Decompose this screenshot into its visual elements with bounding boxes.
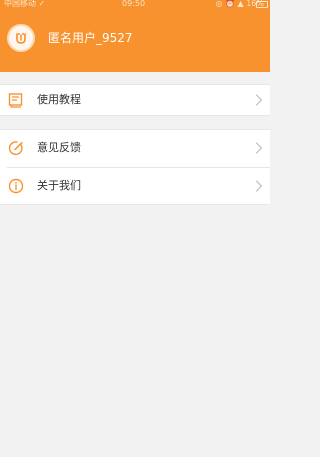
menu-item-feedback[interactable]: 意见反馈 [0,130,270,166]
menu-item-label-about: 关于我们 [37,179,81,192]
chevron-right-icon [255,94,263,106]
username[interactable]: 匿名用户_9527 [48,31,133,45]
battery-icon [256,1,268,8]
menu-item-about[interactable]: 关于我们 [0,168,270,204]
chevron-right-icon [255,142,263,154]
chevron-right-icon [255,180,263,192]
menu-group-more: 意见反馈 关于我们 [0,129,270,205]
menu-item-label-tutorial: 使用教程 [37,93,81,106]
status-bar: 中国移动 ✓ 09:50 ◎ ⏰ ▲ 16% [0,0,270,12]
menu-item-label-feedback: 意见反馈 [37,141,81,154]
status-carrier: 中国移动 ✓ [4,0,46,8]
info-icon [8,178,24,194]
profile-header: 中国移动 ✓ 09:50 ◎ ⏰ ▲ 16% 匿名用户_9527 [0,0,270,72]
menu-group-tutorial: 使用教程 [0,84,270,116]
status-time: 09:50 [122,0,146,8]
edit-icon [8,141,23,156]
menu-item-tutorial[interactable]: 使用教程 [0,85,270,115]
book-icon [8,93,23,108]
user-avatar-icon[interactable] [7,24,35,52]
